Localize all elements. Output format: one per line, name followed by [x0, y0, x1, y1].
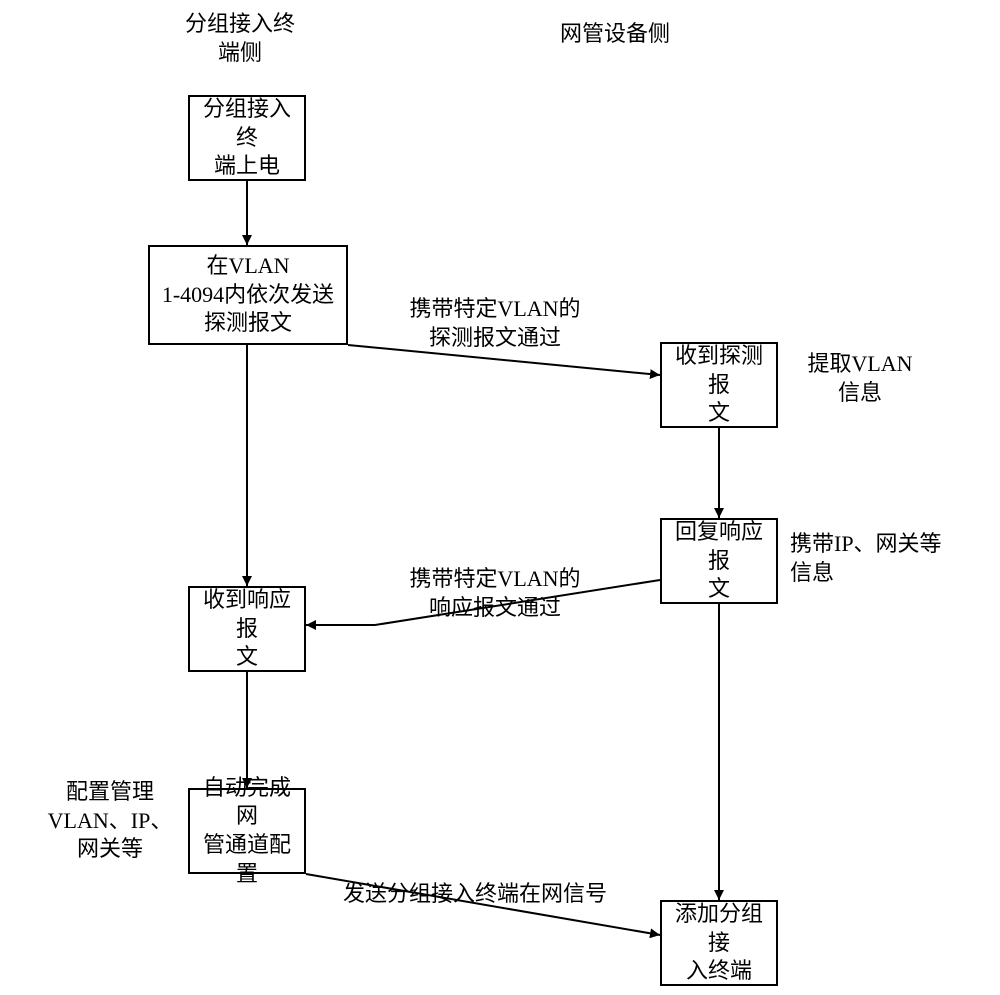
header-left: 分组接入终 端侧	[175, 10, 305, 67]
edge-config-note: 配置管理 VLAN、IP、 网关等	[40, 778, 180, 864]
edge-extract-vlan: 提取VLAN 信息	[795, 350, 925, 407]
box-recv-probe: 收到探测报 文	[660, 342, 778, 428]
box-recv-resp: 收到响应报 文	[188, 586, 306, 672]
box-auto-config: 自动完成网 管通道配置	[188, 788, 306, 874]
edge-carry-ip: 携带IP、网关等 信息	[790, 530, 970, 587]
box-power-on: 分组接入终 端上电	[188, 95, 306, 181]
edge-send-online: 发送分组接入终端在网信号	[320, 880, 630, 909]
box-add-terminal: 添加分组接 入终端	[660, 900, 778, 986]
box-send-probe: 在VLAN 1-4094内依次发送 探测报文	[148, 245, 348, 345]
edge-resp-pass: 携带特定VLAN的 响应报文通过	[395, 565, 595, 622]
header-right: 网管设备侧	[540, 20, 690, 49]
edge-probe-pass: 携带特定VLAN的 探测报文通过	[395, 295, 595, 352]
box-reply-resp: 回复响应报 文	[660, 518, 778, 604]
